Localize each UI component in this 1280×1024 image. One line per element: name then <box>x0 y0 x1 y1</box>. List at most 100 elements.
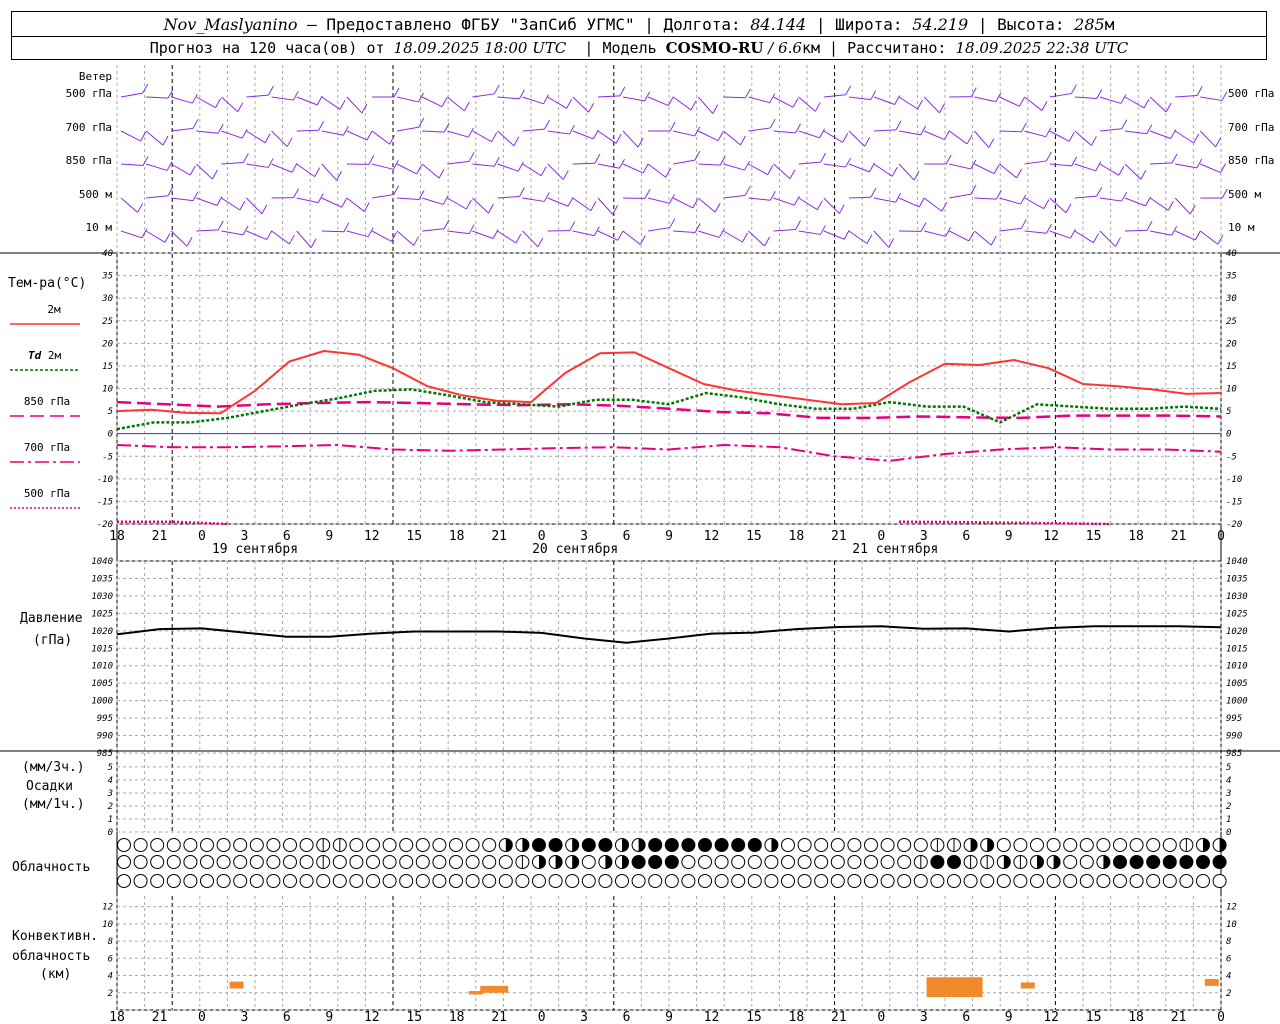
wind-barb <box>673 230 696 234</box>
cloud-symbol <box>382 874 397 888</box>
precip-tick-right: 1 <box>1226 815 1231 825</box>
wind-barb-flag <box>1065 203 1072 213</box>
cloud-symbol <box>764 874 779 888</box>
wind-barb <box>120 130 141 142</box>
cloud-fill <box>648 855 662 869</box>
wind-barb <box>120 163 143 167</box>
wind-barb <box>798 130 820 139</box>
cloud-symbol <box>183 838 198 852</box>
wind-barb-flag <box>918 197 925 208</box>
pressure-tick-right: 1040 <box>1226 557 1248 567</box>
precip-tick-right: 4 <box>1226 776 1231 786</box>
wind-barb <box>547 197 569 207</box>
wind-barb <box>1099 128 1122 132</box>
wind-barb <box>321 130 344 136</box>
cloud-symbol <box>1079 855 1094 869</box>
wind-barb <box>1174 230 1196 241</box>
wind-barb <box>472 130 492 143</box>
wind-barb <box>1124 197 1146 207</box>
cloud-symbol <box>283 838 297 852</box>
temp-tick-left: 30 <box>101 294 113 304</box>
conv-title-3: (км) <box>40 967 71 982</box>
x-tick-label: 3 <box>580 1010 588 1024</box>
wind-barb-flag <box>137 203 144 213</box>
cloud-symbol <box>117 874 131 888</box>
pressure-title: Давление <box>20 611 83 626</box>
cloud-symbol <box>947 874 961 888</box>
cloud-symbol <box>349 874 364 888</box>
wind-barb <box>823 197 840 214</box>
legend-label: 850 гПа <box>24 395 70 408</box>
wind-barb <box>1174 197 1191 215</box>
cloud-fill <box>681 838 695 852</box>
wind-barb <box>622 230 641 245</box>
cloud-symbol <box>797 838 812 852</box>
cloud-symbol <box>1146 838 1161 852</box>
wind-barb-flag <box>1196 158 1203 169</box>
cloud-title: Облачность <box>12 860 90 875</box>
conv-tick-left: 2 <box>108 989 113 999</box>
cloud-fill <box>632 855 646 869</box>
wind-barb <box>622 130 639 148</box>
wind-barb-flag <box>264 133 271 143</box>
wind-barb <box>898 163 915 181</box>
wind-barb-flag <box>592 129 599 140</box>
temp-tick-right: 10 <box>1226 385 1237 395</box>
temp-tick-left: 10 <box>102 385 113 395</box>
wind-barb-flag <box>493 157 500 167</box>
conv-tick-left: 4 <box>108 972 113 982</box>
cloud-symbol <box>233 855 248 869</box>
wind-barb <box>572 130 594 140</box>
wind-barb <box>346 197 365 212</box>
wind-barb <box>923 197 943 212</box>
cloud-symbol <box>615 874 629 888</box>
cloud-symbol <box>847 855 862 869</box>
cloud-symbol <box>781 855 795 869</box>
wind-barb-flag <box>717 131 724 141</box>
temp-tick-left: 15 <box>102 362 113 372</box>
cloud-fill <box>522 838 529 852</box>
cloud-fill <box>638 838 646 852</box>
temp-tick-right: 25 <box>1226 317 1237 327</box>
wind-barb <box>999 163 1017 179</box>
wind-barb-flag <box>1016 168 1023 179</box>
wind-barb-flag <box>465 199 472 210</box>
cloud-symbol <box>399 855 414 869</box>
cloud-symbol <box>913 874 928 888</box>
precip-tick-left: 1 <box>108 815 113 825</box>
wind-barb-flag <box>142 83 149 94</box>
wind-barb <box>522 96 544 105</box>
wind-barb-flag <box>816 200 823 210</box>
wind-barb-flag <box>389 134 396 145</box>
wind-barb-flag <box>288 234 295 245</box>
cloud-symbol <box>349 838 364 852</box>
pressure-tick-right: 1020 <box>1226 627 1248 637</box>
wind-barb-flag <box>617 231 624 241</box>
wind-barb <box>848 196 871 199</box>
cloud-symbol <box>117 855 131 869</box>
precip-title-1: (мм/3ч.) <box>22 760 85 775</box>
wind-barb <box>697 96 714 114</box>
conv-title-2: облачность <box>12 949 90 964</box>
wind-barb <box>145 130 164 146</box>
cloud-symbol <box>366 874 380 888</box>
wind-barb-flag <box>866 234 873 244</box>
wind-barb <box>1024 230 1047 234</box>
pressure-tick-left: 1005 <box>91 679 113 689</box>
wind-barb-flag <box>845 157 852 168</box>
wind-barb <box>999 130 1022 133</box>
cloud-symbol <box>747 855 762 869</box>
wind-barb <box>923 96 940 114</box>
conv-cloud-bar <box>1204 978 1219 986</box>
wind-barb <box>1074 195 1097 199</box>
wind-barb <box>296 129 319 132</box>
wind-barb-flag <box>590 201 597 211</box>
x-tick-label: 18 <box>1128 529 1144 544</box>
wind-barb <box>999 96 1020 107</box>
conv-tick-right: 6 <box>1226 954 1231 964</box>
wind-barb-flag <box>441 97 448 107</box>
cloud-symbol <box>681 874 696 888</box>
cloud-symbol <box>581 855 596 869</box>
wind-barb <box>974 96 997 103</box>
wind-barb-flag <box>870 90 877 100</box>
